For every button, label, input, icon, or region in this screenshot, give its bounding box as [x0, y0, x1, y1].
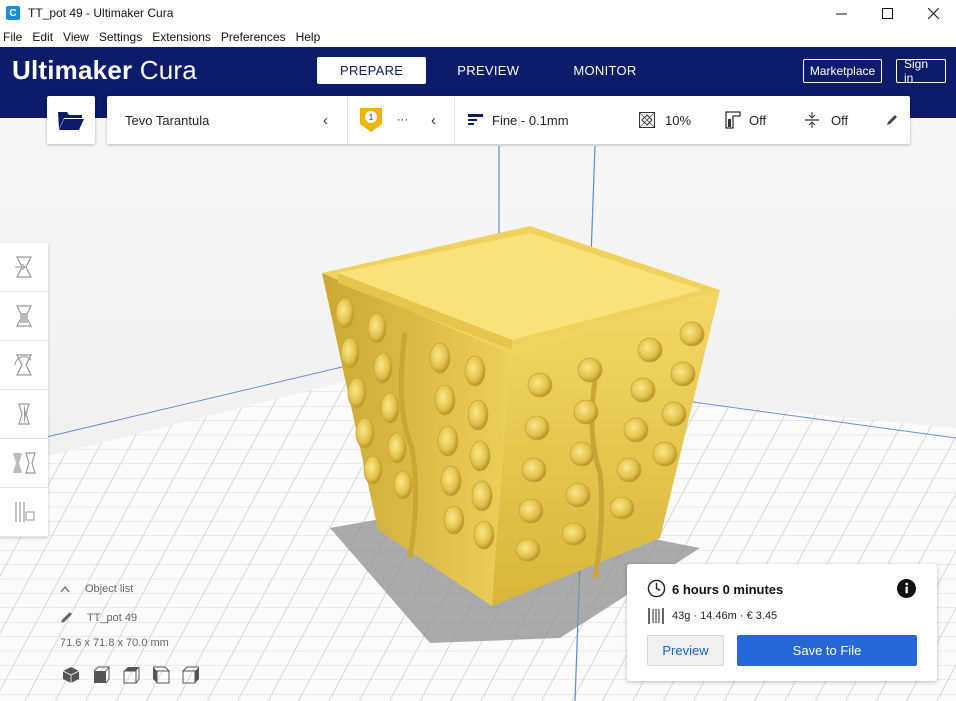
view-left-button[interactable]	[150, 664, 172, 686]
print-time: 6 hours 0 minutes	[672, 582, 784, 597]
tab-preview[interactable]: PREVIEW	[434, 57, 542, 84]
adhesion-icon	[805, 112, 819, 128]
maximize-icon	[881, 7, 893, 19]
printer-name: Tevo Tarantula	[125, 112, 210, 128]
brand-light: Cura	[139, 55, 197, 85]
minimize-button[interactable]	[818, 0, 864, 26]
rotate-icon	[14, 354, 32, 376]
info-icon[interactable]	[897, 579, 916, 598]
extruder-chevron-icon[interactable]: ‹	[431, 96, 436, 144]
support-value: Off	[749, 112, 767, 128]
window-controls	[818, 0, 956, 26]
minimize-icon	[835, 13, 847, 14]
menu-extensions[interactable]: Extensions	[151, 30, 212, 44]
menu-view[interactable]: View	[62, 30, 90, 44]
view-3d-button[interactable]	[60, 664, 82, 686]
save-to-file-button[interactable]: Save to File	[737, 635, 917, 666]
close-button[interactable]	[910, 0, 956, 26]
close-icon	[927, 7, 939, 19]
view-right-button[interactable]	[180, 664, 202, 686]
sign-in-button[interactable]: Sign in	[896, 57, 946, 85]
extruder-number: 1	[369, 113, 374, 122]
brand-bold: Ultimaker	[12, 55, 133, 85]
infill-setting[interactable]: 10%	[639, 96, 691, 144]
infill-value: 10%	[665, 112, 692, 128]
tab-prepare[interactable]: PREPARE	[317, 57, 427, 84]
menu-settings[interactable]: Settings	[98, 30, 143, 44]
pencil-icon	[61, 612, 72, 623]
tab-monitor[interactable]: MONITOR	[550, 57, 659, 84]
window-title-bar: C TT_pot 49 - Ultimaker Cura	[0, 0, 956, 26]
cube-front-icon	[93, 666, 110, 684]
cube-3d-icon	[62, 667, 80, 683]
support-blocker-icon	[15, 502, 35, 522]
printer-chevron-icon[interactable]: ‹	[323, 96, 328, 144]
menu-help[interactable]: Help	[295, 30, 322, 44]
extruder-selector[interactable]: 1 ···	[359, 96, 408, 144]
menu-bar: File Edit View Settings Extensions Prefe…	[0, 26, 956, 47]
object-name-row[interactable]: TT_pot 49	[60, 611, 137, 624]
object-list-label: Object list	[85, 583, 134, 595]
mirror-tool[interactable]	[0, 390, 48, 439]
tool-panel	[0, 243, 48, 537]
profile-selector[interactable]: Fine - 0.1mm	[468, 96, 569, 144]
preview-button[interactable]: Preview	[647, 635, 724, 666]
print-summary-panel: 6 hours 0 minutes 43g · 14.46m · € 3.45 …	[627, 564, 937, 681]
folder-icon	[58, 112, 84, 130]
cube-right-icon	[182, 666, 199, 684]
brand-logo: Ultimaker Cura	[12, 55, 197, 86]
divider	[454, 96, 455, 144]
pencil-icon	[887, 115, 897, 125]
open-file-button[interactable]	[47, 96, 95, 144]
menu-file[interactable]: File	[2, 30, 23, 44]
profile-label: Fine - 0.1mm	[492, 112, 569, 128]
view-top-button[interactable]	[120, 664, 142, 686]
printer-selector[interactable]: Tevo Tarantula	[125, 96, 209, 144]
print-config-bar: Tevo Tarantula ‹ 1 ··· ‹ Fine - 0.1mm 10…	[107, 96, 910, 144]
menu-preferences[interactable]: Preferences	[220, 30, 287, 44]
chevron-up-icon	[60, 585, 70, 593]
scale-tool[interactable]	[0, 292, 48, 341]
object-list-toggle[interactable]: Object list	[60, 583, 133, 595]
profile-layers-icon	[468, 114, 483, 125]
support-blocker-tool[interactable]	[0, 488, 48, 537]
rotate-tool[interactable]	[0, 341, 48, 390]
scale-icon	[16, 305, 32, 327]
support-setting[interactable]: Off	[725, 96, 766, 144]
infill-icon	[639, 112, 655, 128]
maximize-button[interactable]	[864, 0, 910, 26]
stage-tabs: PREPARE PREVIEW MONITOR	[317, 57, 668, 84]
view-front-button[interactable]	[90, 664, 112, 686]
mirror-icon	[18, 403, 30, 425]
material-estimate: 43g · 14.46m · € 3.45	[672, 610, 778, 622]
cura-app-icon: C	[6, 6, 20, 20]
custom-settings-button[interactable]	[886, 96, 898, 144]
adhesion-value: Off	[831, 112, 849, 128]
window-title: TT_pot 49 - Ultimaker Cura	[28, 6, 174, 20]
extruder-more: ···	[397, 114, 408, 126]
move-tool[interactable]	[0, 243, 48, 292]
camera-view-buttons	[60, 664, 210, 686]
object-dimensions: 71.6 x 71.8 x 70.0 mm	[60, 637, 169, 649]
divider	[347, 96, 348, 144]
filament-spool-icon	[648, 608, 664, 624]
adhesion-setting[interactable]: Off	[804, 96, 848, 144]
marketplace-button[interactable]: Marketplace	[803, 59, 882, 83]
menu-edit[interactable]: Edit	[31, 30, 54, 44]
object-name: TT_pot 49	[87, 611, 138, 624]
cube-top-icon	[123, 667, 140, 684]
clock-icon	[647, 579, 666, 598]
extruder-badge-icon: 1	[360, 108, 382, 132]
per-model-settings-tool[interactable]	[0, 439, 48, 488]
cube-left-icon	[153, 666, 170, 684]
move-icon	[15, 256, 32, 278]
support-icon	[725, 111, 741, 129]
per-model-settings-icon	[13, 452, 36, 474]
